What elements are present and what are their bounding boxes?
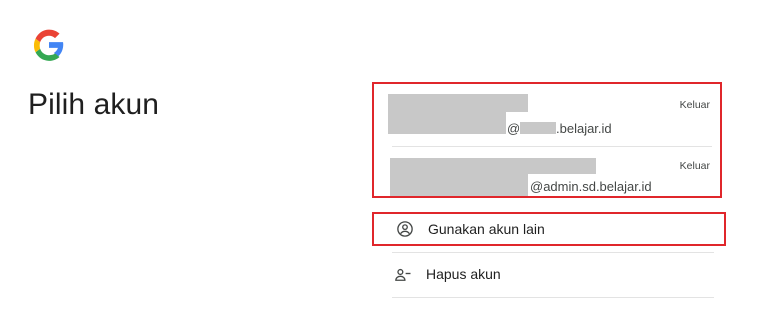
account-list: @ .belajar.id Keluar @admin.sd.belajar.i… <box>372 82 722 198</box>
remove-account-button[interactable]: Hapus akun <box>392 258 714 292</box>
signout-link[interactable]: Keluar <box>680 99 710 111</box>
remove-account-label: Hapus akun <box>426 266 501 282</box>
google-logo-icon <box>33 29 65 61</box>
account-circle-icon <box>397 221 413 237</box>
signout-link[interactable]: Keluar <box>680 160 710 172</box>
account-row-2[interactable]: @admin.sd.belajar.id Keluar <box>374 146 720 204</box>
page-title: Pilih akun <box>28 88 160 121</box>
person-remove-icon <box>395 268 411 281</box>
use-other-account-button[interactable]: Gunakan akun lain <box>372 212 726 246</box>
divider <box>392 297 714 298</box>
redacted-email-user <box>388 112 506 134</box>
use-other-account-label: Gunakan akun lain <box>428 221 545 237</box>
redacted-email-user <box>390 174 528 196</box>
account-email: @admin.sd.belajar.id <box>530 179 652 194</box>
redacted-email-domain <box>520 122 556 134</box>
divider <box>392 252 714 253</box>
account-email-domain: .belajar.id <box>556 121 612 136</box>
account-row-1[interactable]: @ .belajar.id Keluar <box>374 84 720 142</box>
redacted-name <box>388 94 528 112</box>
redacted-name <box>390 158 596 174</box>
account-email-at: @ <box>507 121 521 136</box>
